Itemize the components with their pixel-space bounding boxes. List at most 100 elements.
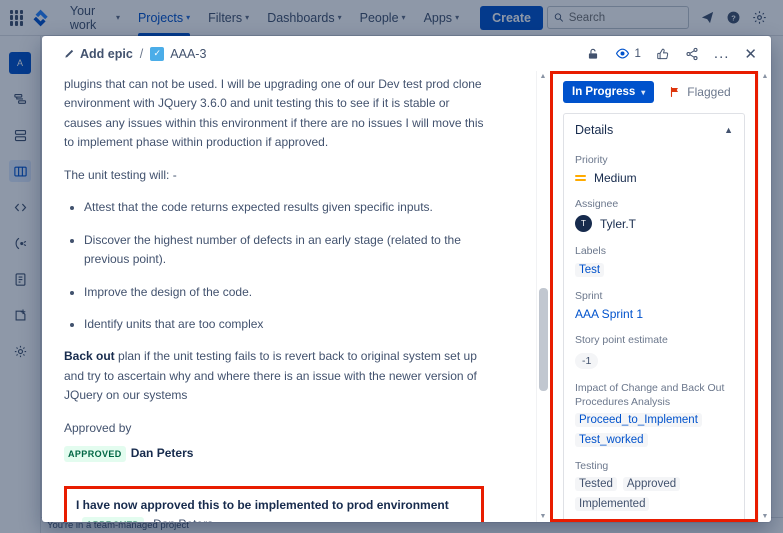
sidebar-item-pages[interactable] bbox=[9, 268, 31, 290]
list-item: Identify units that are too complex bbox=[84, 315, 484, 334]
scrollbar-thumb[interactable] bbox=[539, 287, 548, 391]
priority-medium-icon bbox=[575, 175, 586, 182]
notifications-icon[interactable] bbox=[700, 10, 715, 25]
lock-icon[interactable] bbox=[586, 47, 600, 61]
field-testing-label: Testing bbox=[575, 460, 609, 473]
search-box[interactable] bbox=[547, 6, 689, 29]
field-story-point-estimate: Story point estimate -1 bbox=[575, 333, 733, 369]
list-item: Improve the design of the code. bbox=[84, 283, 484, 302]
sidebar-scrollbar[interactable]: ▲ ▼ bbox=[758, 71, 771, 522]
testing-tag[interactable]: Approved bbox=[622, 477, 681, 492]
top-navigation: Your work ▾ Projects ▾ Filters ▾ Dashboa… bbox=[0, 0, 783, 36]
description-bullet-list: Attest that the code returns expected re… bbox=[64, 198, 484, 334]
field-priority-value-row[interactable]: Medium bbox=[575, 171, 733, 185]
testing-tag[interactable]: Implemented bbox=[575, 497, 650, 512]
pencil-icon bbox=[65, 49, 74, 58]
sidebar-item-backlog[interactable] bbox=[9, 124, 31, 146]
watch-issue-button[interactable]: 1 bbox=[615, 46, 641, 61]
jira-logo-icon[interactable] bbox=[31, 8, 51, 28]
nav-dashboards-label: Dashboards bbox=[267, 10, 335, 25]
sidebar-item-releases[interactable] bbox=[9, 232, 31, 254]
project-sidebar-rail: A bbox=[0, 36, 41, 533]
nav-filters[interactable]: Filters ▾ bbox=[201, 0, 256, 36]
chevron-down-icon: ▾ bbox=[455, 13, 460, 22]
eye-icon bbox=[615, 48, 629, 59]
breadcrumb-add-epic-label: Add epic bbox=[80, 46, 133, 61]
nav-filters-label: Filters bbox=[208, 10, 243, 25]
nav-your-work-label: Your work bbox=[69, 3, 97, 32]
details-panel-body: Priority Medium Assignee T Tyler.T Label… bbox=[564, 146, 744, 519]
list-item: Attest that the code returns expected re… bbox=[84, 198, 484, 217]
chevron-down-icon: ▾ bbox=[115, 13, 120, 22]
nav-people[interactable]: People ▾ bbox=[353, 0, 413, 36]
sidebar-item-add[interactable] bbox=[9, 304, 31, 326]
field-assignee-value-row[interactable]: T Tyler.T bbox=[575, 215, 733, 233]
settings-gear-icon[interactable] bbox=[752, 10, 767, 25]
breadcrumb-issue-key[interactable]: ✓ AAA-3 bbox=[150, 46, 206, 61]
scrollbar-track[interactable] bbox=[537, 82, 549, 511]
task-type-icon: ✓ bbox=[150, 46, 165, 61]
issue-content-column: plugins that can not be used. I will be … bbox=[42, 71, 494, 522]
nav-your-work[interactable]: Your work ▾ bbox=[63, 0, 127, 36]
field-impact-of-change-label: Impact of Change and Back Out Procedures… bbox=[575, 381, 725, 409]
field-story-point-estimate-value[interactable]: -1 bbox=[575, 352, 599, 369]
chevron-up-icon[interactable]: ▲ bbox=[724, 125, 733, 135]
approver-name: Dan Peters bbox=[130, 446, 194, 461]
approved-by-label: Approved by bbox=[64, 420, 132, 435]
field-sprint: Sprint AAA Sprint 1 bbox=[575, 289, 733, 321]
highlighted-comment-author: Dan Peters bbox=[153, 517, 213, 522]
approval-row: APPROVED Dan Peters bbox=[64, 444, 484, 463]
highlighted-comment-badge: APPROVED bbox=[82, 516, 144, 522]
sidebar-item-roadmap[interactable] bbox=[9, 88, 31, 110]
breadcrumb-separator: / bbox=[139, 46, 144, 61]
help-icon[interactable]: ? bbox=[726, 10, 741, 25]
field-sprint-label: Sprint bbox=[575, 289, 603, 302]
more-actions-icon[interactable]: ... bbox=[714, 46, 730, 61]
field-sprint-value[interactable]: AAA Sprint 1 bbox=[575, 307, 733, 321]
scroll-up-arrow-icon[interactable]: ▲ bbox=[762, 71, 769, 82]
breadcrumb-add-epic[interactable]: Add epic bbox=[64, 47, 133, 61]
impact-tag[interactable]: Proceed_to_Implement bbox=[575, 413, 702, 428]
backout-paragraph: Back out plan if the unit testing fails … bbox=[64, 347, 484, 405]
approved-badge: APPROVED bbox=[64, 445, 126, 463]
scroll-up-arrow-icon[interactable]: ▲ bbox=[540, 71, 547, 82]
sidebar-item-code[interactable] bbox=[9, 196, 31, 218]
testing-tag[interactable]: Tested bbox=[575, 477, 617, 492]
field-testing: Testing Tested Approved Implemented bbox=[575, 459, 733, 512]
chevron-down-icon: ▾ bbox=[337, 13, 342, 22]
scrollbar-thumb[interactable] bbox=[761, 103, 770, 361]
apps-grid-icon[interactable] bbox=[10, 9, 23, 26]
field-labels-label: Labels bbox=[575, 245, 606, 258]
close-icon[interactable]: ✕ bbox=[744, 45, 757, 63]
nav-apps-label: Apps bbox=[423, 10, 453, 25]
nav-projects[interactable]: Projects ▾ bbox=[131, 0, 197, 36]
backout-rest-text: plan if the unit testing fails to is rev… bbox=[64, 349, 477, 403]
issue-description: plugins that can not be used. I will be … bbox=[64, 71, 484, 464]
scroll-down-arrow-icon[interactable]: ▼ bbox=[540, 511, 547, 522]
issue-details-sidebar: In Progress ▾ Flagged Details ▲ Priority… bbox=[550, 71, 771, 522]
thumbs-up-icon[interactable] bbox=[656, 47, 670, 61]
sidebar-item-board[interactable] bbox=[9, 160, 31, 182]
content-scrollbar[interactable]: ▲ ▼ bbox=[536, 71, 549, 522]
project-avatar[interactable]: A bbox=[9, 52, 31, 74]
nav-apps[interactable]: Apps ▾ bbox=[417, 0, 467, 36]
label-tag[interactable]: Test bbox=[575, 262, 605, 277]
flagged-button[interactable]: Flagged bbox=[669, 85, 731, 99]
impact-tag[interactable]: Test_worked bbox=[575, 433, 648, 448]
create-button[interactable]: Create bbox=[480, 5, 543, 30]
chevron-down-icon: ▾ bbox=[641, 87, 646, 97]
details-panel-header[interactable]: Details ▲ bbox=[564, 114, 744, 146]
watch-count: 1 bbox=[634, 47, 641, 60]
scroll-down-arrow-icon[interactable]: ▼ bbox=[762, 511, 769, 522]
breadcrumb: Add epic / ✓ AAA-3 bbox=[64, 46, 206, 61]
details-panel-title: Details bbox=[575, 123, 614, 137]
scrollbar-track[interactable] bbox=[759, 82, 771, 511]
modal-header-actions: 1 ... ✕ bbox=[586, 45, 757, 63]
share-icon[interactable] bbox=[685, 47, 699, 61]
flag-icon bbox=[671, 86, 679, 98]
sidebar-item-project-settings[interactable] bbox=[9, 340, 31, 362]
highlighted-comment: I have now approved this to be implement… bbox=[64, 485, 484, 522]
status-dropdown[interactable]: In Progress ▾ bbox=[563, 81, 655, 103]
nav-dashboards[interactable]: Dashboards ▾ bbox=[260, 0, 348, 36]
search-input[interactable] bbox=[568, 11, 682, 24]
